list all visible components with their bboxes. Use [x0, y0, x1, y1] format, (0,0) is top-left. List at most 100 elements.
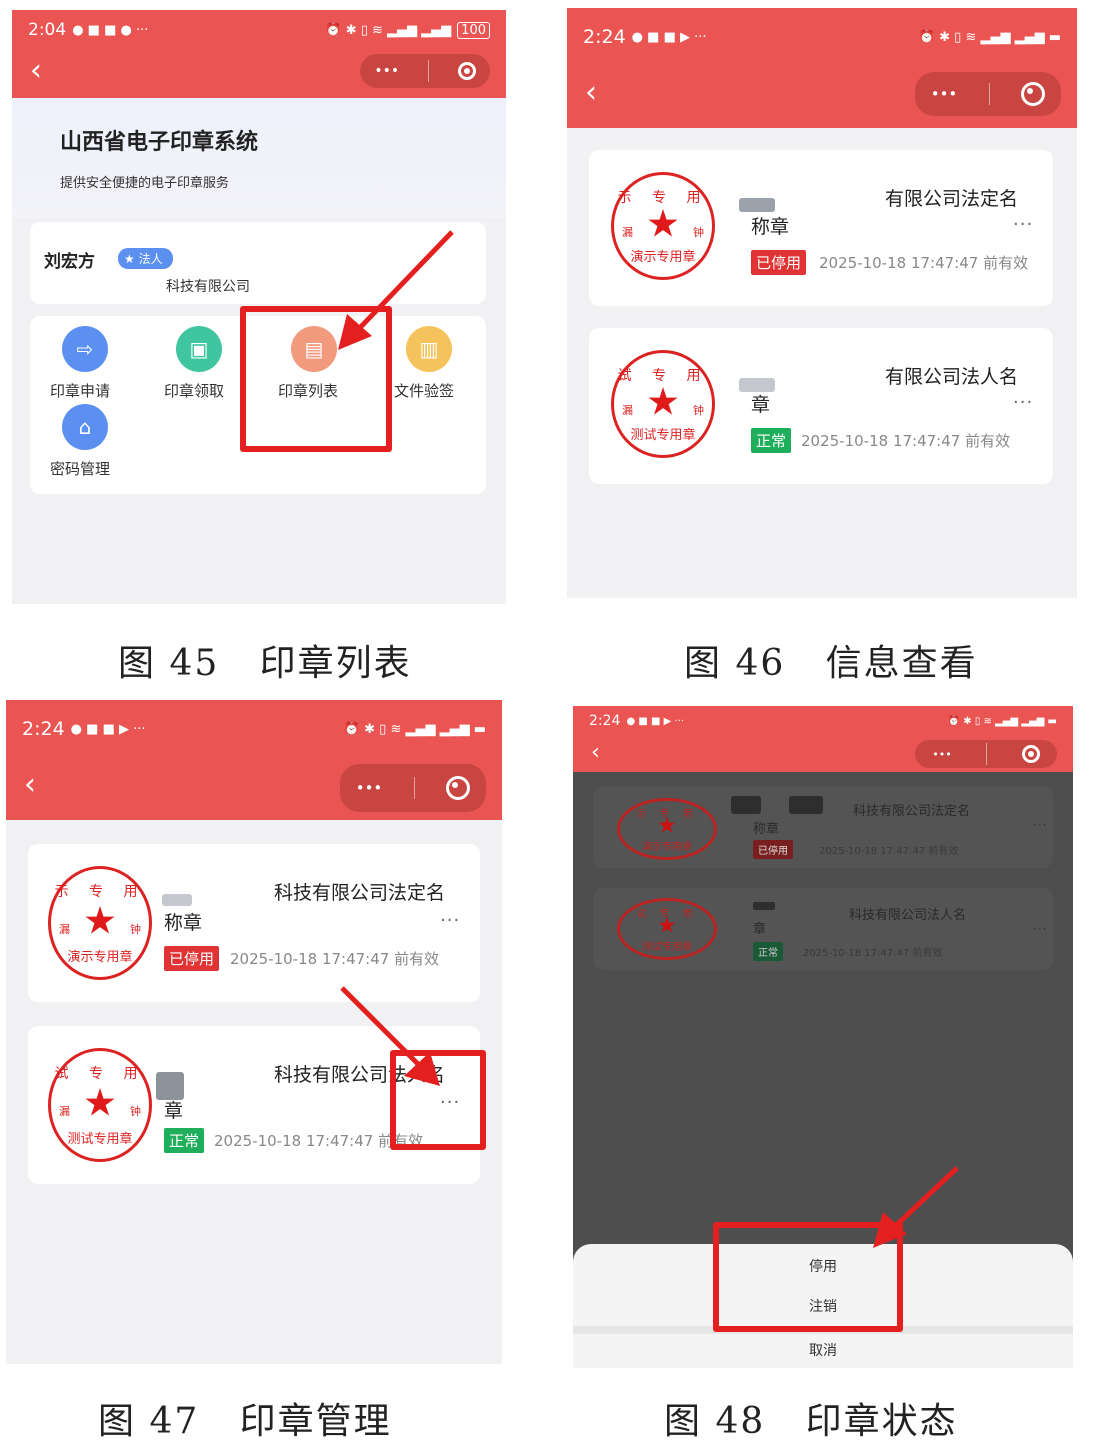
more-capsule-icon[interactable]: •••: [374, 63, 399, 79]
more-capsule-icon[interactable]: •••: [932, 748, 951, 761]
stamp-side-text: 钟: [693, 403, 704, 417]
status-bar: 2:24 ● ■ ■ ▶ ··· ⏰ ✱ ▯ ≋ ▂▄▆ ▂▄▆ ▬: [567, 8, 1077, 66]
status-bar: 2:04 ● ■ ■ ● ··· ⏰ ✱ ▯ ≋ ▂▄▆ ▂▄▆ 100: [12, 10, 506, 50]
company-name: 科技有限公司: [166, 279, 250, 295]
back-icon[interactable]: ‹: [585, 78, 597, 108]
highlight-box: [713, 1222, 903, 1332]
seal-type: 章: [164, 1100, 184, 1122]
stamp-bottom-text: 演示专用章: [67, 950, 133, 965]
seal-stamp-image: 示 专 用 漏钟 ★ 演示专用章: [48, 866, 152, 980]
seal-card[interactable]: 示 专 用 漏钟 ★ 演示专用章 有限公司法定名 称章 ··· 已停用 2025…: [589, 150, 1053, 306]
more-icon: ···: [1033, 922, 1048, 936]
password-icon[interactable]: ⌂: [62, 404, 108, 450]
back-icon[interactable]: ‹: [30, 56, 42, 86]
seal-type: 称章: [753, 822, 780, 837]
role-star-icon: ★: [124, 252, 139, 266]
seal-stamp-image: 试 专 用 漏钟 ★ 测试专用章: [611, 350, 715, 458]
app-label-receive[interactable]: 印章领取: [164, 380, 224, 401]
status-badge: 正常: [164, 1128, 205, 1153]
stamp-side-text: 钟: [130, 922, 141, 936]
apply-seal-icon[interactable]: ⇨: [62, 326, 108, 372]
more-capsule-icon[interactable]: •••: [931, 85, 958, 103]
banner-subtitle: 提供安全便捷的电子印章服务: [60, 176, 230, 191]
close-ring-icon[interactable]: [1021, 745, 1040, 763]
valid-until: 2025-10-18 17:47:47 前有效: [819, 254, 1029, 272]
seal-card: 示 专 用 ★ 演示专用章 科技有限公司法定名 称章 ··· 已停用 2025-…: [593, 786, 1053, 868]
back-icon[interactable]: ‹: [591, 738, 600, 768]
verify-file-icon[interactable]: ▥: [406, 326, 452, 372]
app-label-password[interactable]: 密码管理: [50, 458, 110, 479]
stamp-side-text: 漏: [622, 225, 633, 239]
banner: 山西省电子印章系统 提供安全便捷的电子印章服务: [12, 98, 506, 218]
status-badge: 已停用: [751, 250, 807, 275]
star-icon: ★: [645, 201, 681, 246]
close-ring-icon[interactable]: [1021, 82, 1046, 106]
seal-name: 有限公司法人名: [885, 366, 1019, 388]
caption-fig47: 图 47 印章管理: [98, 1401, 392, 1442]
cancel-option[interactable]: 取消: [573, 1340, 1073, 1360]
mini-program-capsule[interactable]: •••: [915, 740, 1057, 768]
caption-fig48: 图 48 印章状态: [664, 1401, 958, 1442]
seal-card[interactable]: 示 专 用 漏钟 ★ 演示专用章 科技有限公司法定名 称章 ··· 已停用 20…: [28, 844, 480, 1002]
app-label-verify[interactable]: 文件验签: [394, 380, 454, 401]
stamp-side-text: 钟: [693, 225, 704, 239]
banner-title: 山西省电子印章系统: [60, 130, 259, 155]
stamp-bottom-text: 演示专用章: [642, 842, 692, 853]
signal-icons: ⏰ ✱ ▯ ≋ ▂▄▆ ▂▄▆ ▬: [343, 721, 486, 737]
seal-name: 科技有限公司法定名: [274, 882, 446, 904]
more-icon[interactable]: ···: [440, 910, 460, 931]
stamp-side-text: 漏: [59, 1104, 70, 1118]
valid-until: 2025-10-18 17:47:47 前有效: [803, 948, 943, 959]
notification-icons: ● ■ ■ ▶ ···: [626, 715, 685, 727]
notification-icons: ● ■ ■ ▶ ···: [70, 721, 146, 737]
notification-icons: ● ■ ■ ● ···: [72, 22, 149, 38]
seal-type: 称章: [751, 216, 790, 238]
redacted-block: [731, 796, 761, 814]
seal-type: 章: [753, 922, 767, 937]
redacted-block: [162, 894, 192, 906]
receive-seal-icon[interactable]: ▣: [176, 326, 222, 372]
capsule-divider: [988, 83, 990, 105]
mini-program-capsule[interactable]: •••: [915, 72, 1061, 116]
seal-stamp-image: 试 专 用 ★ 测试专用章: [617, 898, 717, 960]
status-bar: 2:24 ● ■ ■ ▶ ··· ⏰ ✱ ▯ ≋ ▂▄▆ ▂▄▆ ▬: [6, 700, 502, 758]
app-label-apply[interactable]: 印章申请: [50, 380, 110, 401]
seal-name: 科技有限公司法人名: [849, 908, 967, 923]
seal-card[interactable]: 试 专 用 漏钟 ★ 测试专用章 有限公司法人名 章 ··· 正常 2025-1…: [589, 328, 1053, 484]
more-capsule-icon[interactable]: •••: [356, 779, 383, 797]
more-icon: ···: [1033, 818, 1048, 832]
caption-fig45: 图 45 印章列表: [118, 643, 412, 684]
more-icon[interactable]: ···: [1013, 392, 1033, 413]
user-name: 刘宏方: [44, 252, 95, 272]
highlight-box: [240, 306, 392, 452]
phone-fig48: 2:24 ● ■ ■ ▶ ··· ⏰ ✱ ▯ ≋ ▂▄▆ ▂▄▆ ▬ ‹ ••• …: [573, 706, 1073, 1368]
status-badge: 已停用: [164, 946, 220, 971]
more-icon[interactable]: ···: [1013, 214, 1033, 235]
role-badge: ★ 法人: [118, 248, 173, 269]
redacted-block: [739, 198, 775, 212]
nav-bar: ‹ •••: [6, 762, 502, 812]
star-icon: ★: [82, 1080, 118, 1125]
status-time: 2:04: [28, 20, 67, 40]
signal-icons: ⏰ ✱ ▯ ≋ ▂▄▆ ▂▄▆: [325, 22, 452, 38]
phone-fig46: 2:24 ● ■ ■ ▶ ··· ⏰ ✱ ▯ ≋ ▂▄▆ ▂▄▆ ▬ ‹ ••• …: [567, 8, 1077, 598]
status-time: 2:24: [589, 713, 621, 729]
star-icon: ★: [82, 898, 118, 943]
stamp-side-text: 钟: [130, 1104, 141, 1118]
back-icon[interactable]: ‹: [24, 770, 36, 800]
signal-icons: ⏰ ✱ ▯ ≋ ▂▄▆ ▂▄▆ ▬: [947, 715, 1057, 727]
role-label: 法人: [138, 252, 163, 266]
stamp-side-text: 漏: [59, 922, 70, 936]
close-ring-icon[interactable]: [446, 776, 471, 800]
capsule-divider: [986, 743, 988, 765]
mini-program-capsule[interactable]: •••: [340, 764, 486, 812]
close-ring-icon[interactable]: [457, 62, 476, 80]
stamp-bottom-text: 演示专用章: [630, 250, 696, 265]
nav-bar: ‹ •••: [567, 70, 1077, 118]
status-badge: 正常: [753, 942, 783, 961]
stamp-bottom-text: 测试专用章: [630, 428, 696, 443]
seal-stamp-image: 示 专 用 ★ 演示专用章: [617, 798, 717, 860]
mini-program-capsule[interactable]: •••: [360, 54, 490, 88]
battery-icon: 100: [457, 21, 490, 39]
capsule-divider: [427, 60, 429, 82]
